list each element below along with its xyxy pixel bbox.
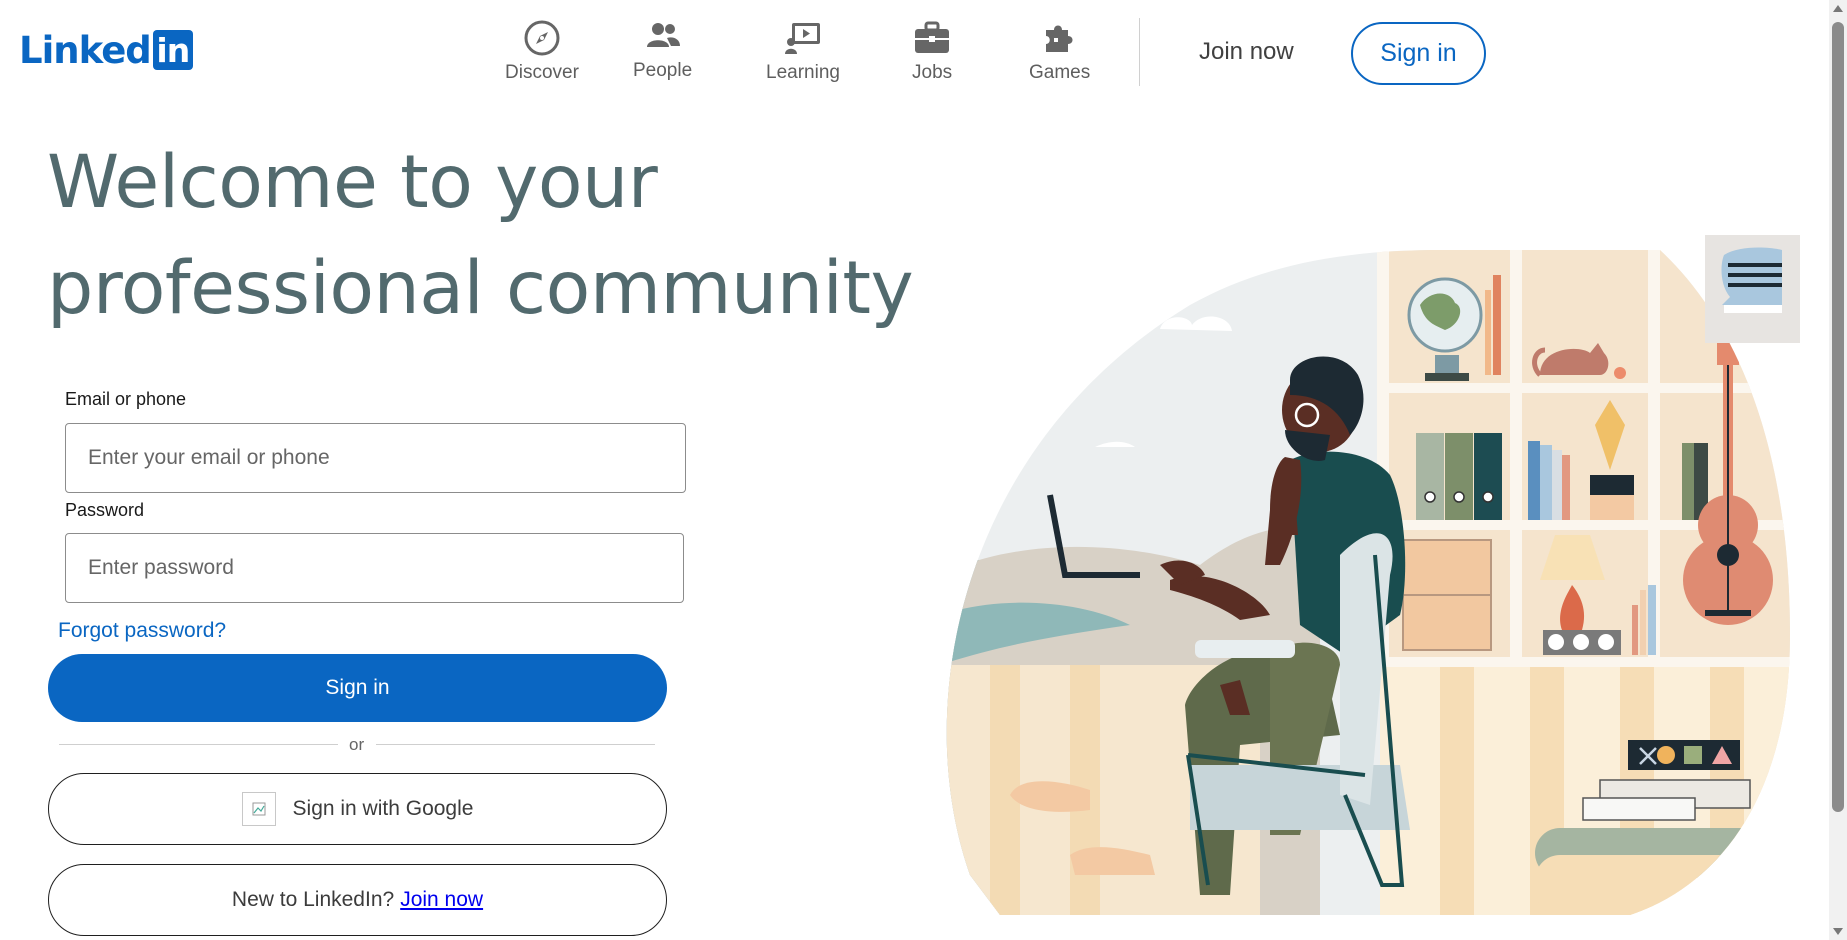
- nav-label: Jobs: [912, 62, 953, 83]
- logo-in-box: in: [152, 30, 193, 70]
- people-icon: [646, 23, 680, 47]
- join-now-link[interactable]: Join now: [400, 888, 483, 912]
- scroll-thumb[interactable]: [1832, 22, 1844, 812]
- headline-line-1: Welcome to your: [47, 140, 658, 225]
- learning-icon: [784, 23, 820, 54]
- nav-learning[interactable]: Learning: [766, 18, 840, 84]
- or-divider-right: [376, 744, 655, 745]
- briefcase-icon: [915, 21, 950, 53]
- header-sign-in-button[interactable]: Sign in: [1351, 22, 1486, 85]
- hero-illustration: [946, 235, 1800, 915]
- page-title: Welcome to your professional community: [47, 130, 947, 342]
- linkedin-logo[interactable]: Linked in: [19, 30, 193, 70]
- email-field[interactable]: [65, 423, 686, 493]
- password-label: Password: [65, 500, 145, 520]
- puzzle-icon: [1045, 25, 1073, 52]
- logo-wordmark: Linked: [19, 28, 152, 72]
- google-sign-in-button[interactable]: Sign in with Google: [48, 773, 667, 845]
- nav-jobs[interactable]: Jobs: [912, 18, 952, 84]
- or-text: or: [349, 735, 365, 754]
- new-to-linkedin-text: New to LinkedIn?: [231, 888, 395, 911]
- scrollbar[interactable]: [1829, 0, 1847, 940]
- nav-label: Learning: [766, 62, 840, 83]
- scroll-up-arrow-icon[interactable]: [1833, 5, 1843, 12]
- compass-icon: [524, 20, 560, 56]
- google-sign-in-label: Sign in with Google: [292, 797, 474, 820]
- new-to-linkedin-box: New to LinkedIn? Join now: [48, 864, 667, 936]
- password-field[interactable]: [65, 533, 684, 603]
- nav-label: Discover: [505, 62, 579, 83]
- google-icon: [241, 792, 276, 826]
- nav-people[interactable]: People: [633, 16, 692, 82]
- or-divider-left: [59, 744, 338, 745]
- nav-games[interactable]: Games: [1029, 18, 1090, 84]
- sign-in-button[interactable]: Sign in: [48, 654, 667, 722]
- nav-label: People: [633, 60, 693, 81]
- nav-divider: [1139, 18, 1140, 86]
- nav-label: Games: [1029, 62, 1091, 83]
- nav-discover[interactable]: Discover: [505, 18, 579, 84]
- header-join-now-link[interactable]: Join now: [1199, 38, 1294, 66]
- scroll-down-arrow-icon[interactable]: [1833, 928, 1843, 935]
- forgot-password-link[interactable]: Forgot password?: [58, 619, 226, 643]
- email-label: Email or phone: [65, 389, 187, 409]
- headline-line-2: professional community: [47, 246, 914, 331]
